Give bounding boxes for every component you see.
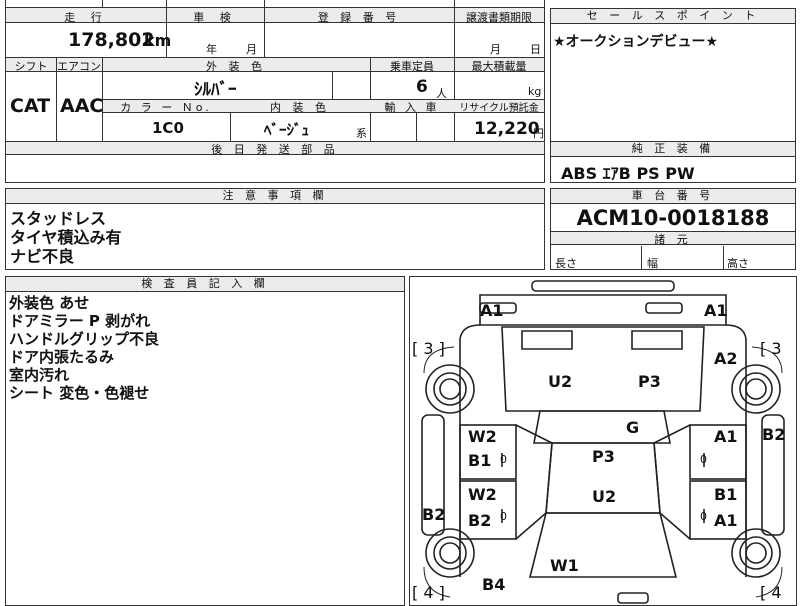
mark-a1-front-left: A1 (480, 301, 504, 320)
mark-p3-hood: P3 (638, 372, 661, 391)
length-label: 長さ (555, 257, 577, 270)
mark-a1-right-rear-door: A1 (714, 511, 738, 530)
interior-color-suffix: 系 (356, 127, 367, 140)
chassis-number-value: ACM10-0018188 (576, 206, 770, 230)
caution-line-2: タイヤ積込み有 (10, 228, 122, 247)
door-handle-mark-2: 0 (500, 510, 507, 523)
mark-p3-roof: P3 (592, 447, 615, 466)
recycle-deposit-unit: 円 (533, 127, 544, 140)
color-number-value: 1C0 (152, 119, 184, 137)
inspector-line-6: シート 変色・色褪せ (9, 384, 150, 402)
divider (454, 0, 455, 57)
height-label: 高さ (727, 257, 749, 270)
mark-w1-rear-glass: W1 (550, 556, 579, 575)
divider (332, 72, 333, 99)
divider (416, 113, 417, 141)
chassis-number-header: 車 台 番 号 (551, 189, 795, 204)
capacity-header: 乗車定員 (390, 60, 434, 73)
standard-equipment-header: 純 正 装 備 (551, 142, 795, 157)
inspector-line-1: 外装色 あせ (9, 294, 90, 312)
mark-a1-right-front-door: A1 (714, 427, 738, 446)
vehicle-spec-table: 走 行 車 検 登 録 番 号 譲渡書類期限 178,802 km 年 月 月 … (5, 0, 545, 183)
mark-b2-right-side: B2 (762, 425, 786, 444)
mark-w2-left-rear-door: W2 (468, 485, 497, 504)
divider (102, 0, 103, 8)
caution-line-3: ナビ不良 (10, 247, 75, 266)
sales-point-text: ★オークションデビュー★ (553, 34, 719, 50)
registration-header: 登 録 番 号 (317, 11, 401, 24)
shift-value: CAT (10, 95, 51, 117)
mark-b2-left-rear-door: B2 (468, 511, 492, 530)
specifications-header: 諸 元 (654, 233, 692, 246)
divider (264, 0, 265, 57)
mileage-header: 走 行 (64, 11, 108, 24)
mark-g-windshield: G (626, 418, 640, 437)
recycle-deposit-value: 12,220 (474, 119, 540, 139)
standard-equipment-text: ABS ｴｱB PS PW (561, 164, 695, 183)
shaken-header: 車 検 (193, 11, 237, 24)
max-load-unit: kg (528, 85, 542, 98)
capacity-value: 6 (416, 77, 428, 97)
inspector-line-2: ドアミラー P 剥がれ (9, 312, 151, 330)
exterior-color-value: ｼﾙﾊﾞｰ (194, 80, 237, 100)
divider (641, 246, 642, 270)
mark-a1-front-right: A1 (704, 301, 728, 320)
sales-point-box: セ ー ル ス ポ イ ン ト ★オークションデビュー★ (550, 8, 796, 143)
mark-b1-right-rear-door: B1 (714, 485, 738, 504)
divider (56, 57, 57, 141)
door-handle-mark-3: 0 (700, 453, 707, 466)
inspector-line-3: ハンドルグリップ不良 (9, 330, 160, 348)
sales-point-header: セ ー ル ス ポ イ ン ト (551, 9, 795, 24)
caution-line-1: スタッドレス (10, 209, 107, 228)
damage-diagram-box: A1 A1 [ 3 ] [ 3 A2 U2 P3 G W2 B1 P3 A1 B… (409, 276, 797, 606)
shift-header: シフト (14, 60, 48, 73)
later-delivery-parts-header: 後 日 発 送 部 品 (211, 143, 339, 156)
mark-u2-hood: U2 (548, 372, 573, 391)
mark-3-right: [ 3 (760, 339, 782, 358)
mark-u2-roof: U2 (592, 487, 617, 506)
mark-b1-left-front-door: B1 (468, 451, 492, 470)
caution-header: 注 意 事 項 欄 (6, 189, 544, 204)
mileage-value: 178,802 (68, 29, 155, 51)
standard-equipment-box: 純 正 装 備 ABS ｴｱB PS PW (550, 141, 796, 183)
mark-3-left: [ 3 ] (412, 339, 445, 358)
inspector-notes-box: 検 査 員 記 入 欄 外装色 あせ ドアミラー P 剥がれ ハンドルグリップ不… (5, 276, 405, 606)
chassis-box: 車 台 番 号 ACM10-0018188 諸 元 長さ 幅 高さ (550, 188, 796, 270)
inspector-line-5: 室内汚れ (9, 366, 70, 384)
mark-4-right: [ 4 (760, 583, 782, 602)
inspector-line-4: ドア内張たるみ (9, 348, 115, 366)
mark-a2-right: A2 (714, 349, 738, 368)
door-handle-mark-4: 0 (700, 510, 707, 523)
mileage-unit: km (144, 31, 172, 50)
ac-value: AAC (60, 95, 104, 117)
divider (723, 246, 724, 270)
mark-4-left: [ 4 ] (412, 583, 445, 602)
interior-color-value: ﾍﾞｰｼﾞｭ (264, 121, 310, 139)
exterior-color-header: 外 装 色 (206, 60, 266, 73)
mark-b4-rear: B4 (482, 575, 506, 594)
recycle-deposit-header: リサイクル預託金 (459, 103, 539, 114)
mark-w2-left-front-door: W2 (468, 427, 497, 446)
width-label: 幅 (647, 257, 658, 270)
shaken-month-label: 月 (246, 43, 257, 56)
ac-header: エアコン (57, 60, 101, 73)
interior-color-header: 内 装 色 (270, 101, 330, 114)
shaken-year-label: 年 (206, 43, 217, 56)
door-handle-mark-1: 0 (500, 453, 507, 466)
mark-b2-left-side: B2 (422, 505, 446, 524)
transfer-deadline-header: 譲渡書類期限 (466, 11, 532, 24)
divider (264, 0, 265, 8)
color-number-header: カ ラ ー Ｎo. (120, 101, 212, 114)
inspector-notes-header: 検 査 員 記 入 欄 (6, 277, 404, 292)
caution-box: 注 意 事 項 欄 スタッドレス タイヤ積込み有 ナビ不良 (5, 188, 545, 270)
transfer-day-label: 日 (530, 43, 541, 56)
transfer-month-label: 月 (490, 43, 501, 56)
max-load-header: 最大積載量 (471, 60, 527, 73)
import-car-header: 輸 入 車 (384, 101, 440, 114)
